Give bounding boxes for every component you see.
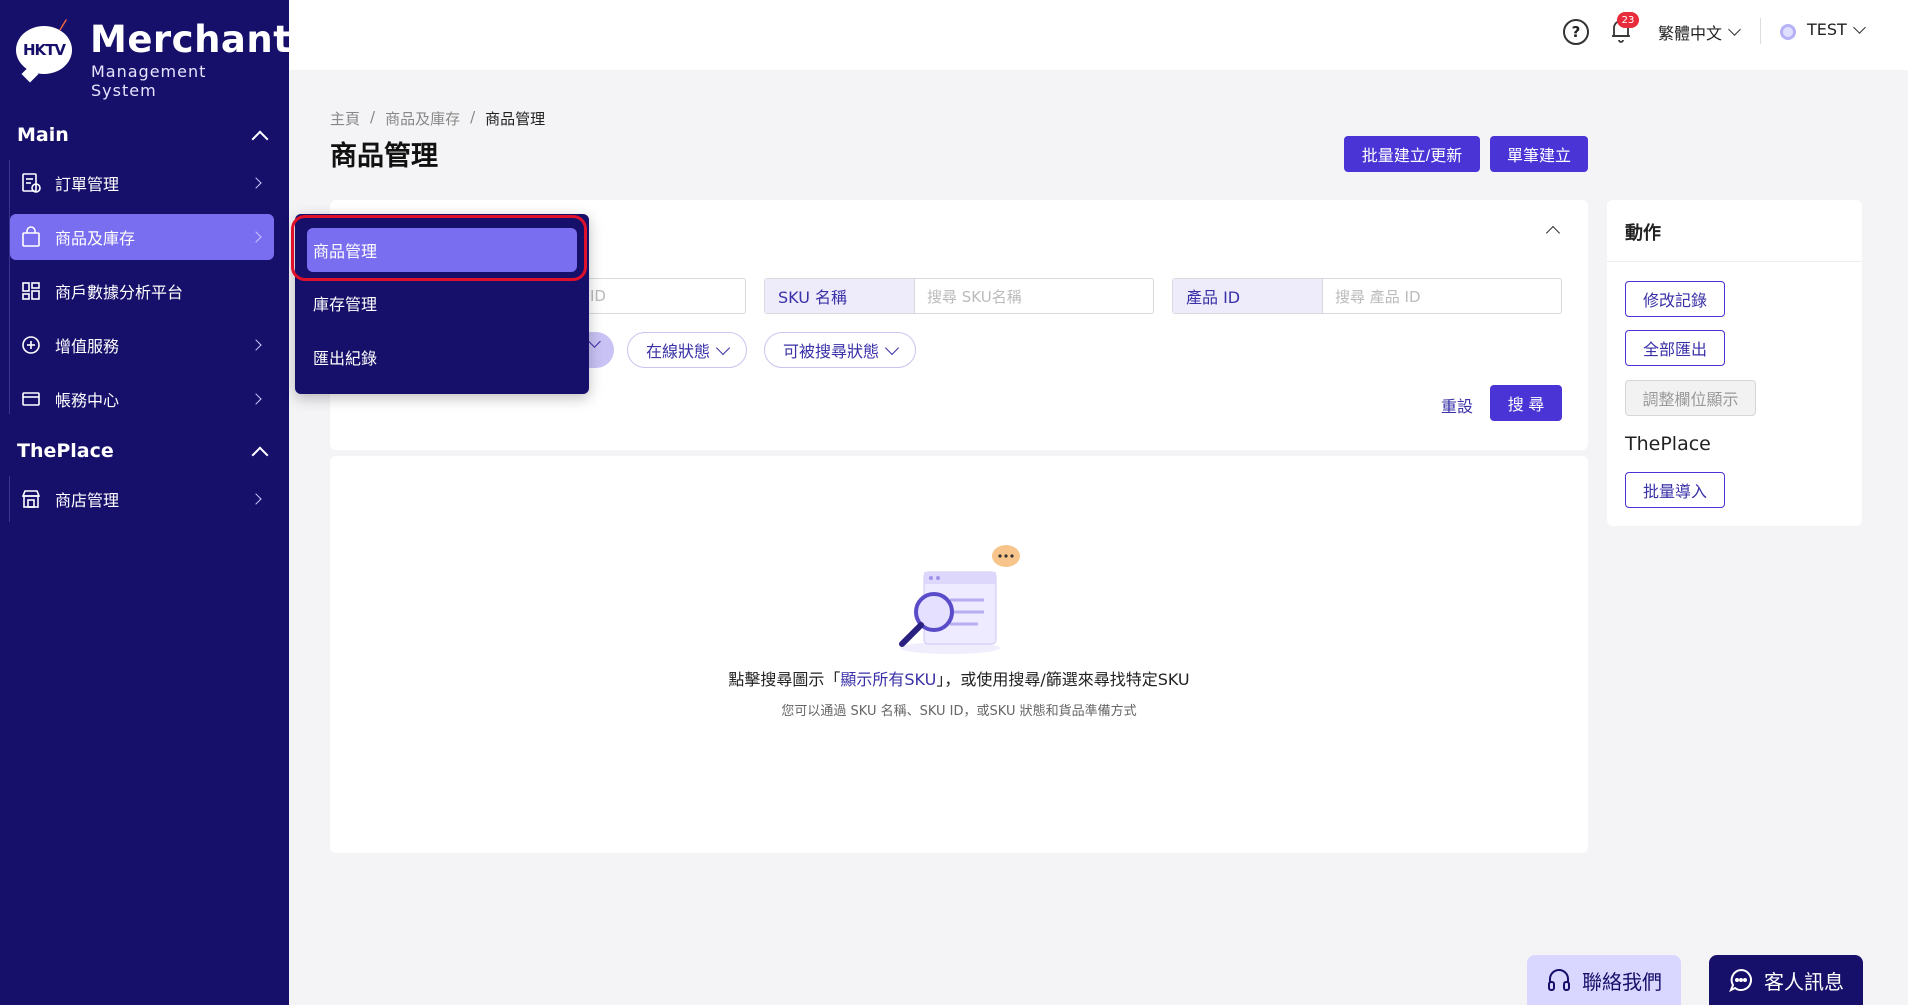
breadcrumb-home[interactable]: 主頁 [330, 108, 360, 129]
adjust-columns-button[interactable]: 調整欄位顯示 [1625, 380, 1756, 416]
customer-messages-button[interactable]: 客人訊息 [1709, 955, 1863, 1005]
highlight-annotation [291, 215, 587, 281]
plus-circle-icon [20, 334, 42, 356]
searchable-status-filter[interactable]: 可被搜尋狀態 [764, 332, 917, 368]
export-all-button[interactable]: 全部匯出 [1625, 330, 1725, 366]
sku-name-field[interactable]: SKU 名稱 搜尋 SKU名稱 [764, 278, 1154, 314]
reset-button[interactable]: 重設 [1441, 393, 1473, 417]
user-avatar-icon[interactable] [1780, 24, 1796, 40]
online-status-filter[interactable]: 在線狀態 [627, 332, 748, 368]
chevron-down-icon [1728, 23, 1741, 36]
search-empty-illustration-icon [899, 545, 1020, 654]
search-button[interactable]: 搜 尋 [1490, 385, 1562, 421]
product-id-field[interactable]: 產品 ID 搜尋 產品 ID [1172, 278, 1562, 314]
submenu-item-inventory-management[interactable]: 庫存管理 [307, 281, 577, 325]
sidebar-item-orders[interactable]: 訂單管理 [10, 160, 274, 206]
product-id-input[interactable]: 搜尋 產品 ID [1323, 279, 1561, 313]
sidebar-item-label: 商店管理 [55, 491, 120, 510]
chat-bubble-icon [1729, 968, 1752, 993]
bulk-create-update-button[interactable]: 批量建立/更新 [1344, 136, 1480, 172]
sku-name-label: SKU 名稱 [765, 279, 915, 313]
sidebar-item-label: 帳務中心 [55, 391, 120, 410]
sku-id-placeholder: ID [590, 287, 606, 305]
breadcrumb-separator: / [470, 108, 476, 126]
empty-suffix: 」，或使用搜尋/篩選來尋找特定SKU [936, 670, 1190, 689]
online-status-label: 在線狀態 [646, 342, 711, 361]
page-title: 商品管理 [330, 141, 438, 172]
order-list-icon [20, 172, 42, 194]
sidebar: HKTV ⁄ Merchant Management System Main 訂… [0, 0, 291, 1005]
brand-logo[interactable]: HKTV ⁄ Merchant Management System [16, 18, 291, 100]
actions-divider [1607, 261, 1862, 262]
help-icon[interactable]: ? [1563, 19, 1589, 45]
breadcrumb-separator: / [370, 108, 376, 126]
sidebar-item-label: 訂單管理 [55, 175, 120, 194]
credit-card-icon [20, 388, 42, 410]
chevron-right-icon [250, 393, 262, 405]
chevron-down-icon [715, 340, 731, 355]
sidebar-item-label: 增值服務 [55, 337, 120, 356]
section-theplace[interactable]: ThePlace [17, 436, 272, 466]
chevron-right-icon [250, 493, 262, 505]
contact-us-button[interactable]: 聯絡我們 [1527, 955, 1681, 1005]
chevron-right-icon [250, 177, 262, 189]
actions-title: 動作 [1625, 223, 1661, 244]
spark-icon: ⁄ [62, 18, 65, 34]
brand-title: Merchant [90, 18, 292, 61]
sidebar-item-label: 商品及庫存 [55, 229, 136, 248]
product-id-label: 產品 ID [1173, 279, 1323, 313]
chevron-right-icon [250, 231, 262, 243]
edit-log-button[interactable]: 修改記錄 [1625, 281, 1725, 317]
user-name: TEST [1807, 20, 1847, 39]
section-theplace-label: ThePlace [17, 440, 114, 462]
language-value: 繁體中文 [1658, 24, 1723, 43]
chevron-down-icon [884, 340, 900, 355]
sidebar-item-store-management[interactable]: 商店管理 [10, 476, 274, 522]
theplace-section-label: ThePlace [1625, 433, 1711, 455]
section-main-label: Main [17, 124, 69, 146]
submenu-item-export-records[interactable]: 匯出紀錄 [307, 335, 577, 379]
headset-icon [1548, 969, 1570, 991]
breadcrumb: 主頁 / 商品及庫存 / 商品管理 [330, 108, 545, 129]
topbar-divider [1760, 18, 1761, 44]
chevron-right-icon [250, 339, 262, 351]
single-create-button[interactable]: 單筆建立 [1490, 136, 1588, 172]
chevron-up-icon [251, 446, 269, 464]
sidebar-item-label: 商戶數據分析平台 [55, 283, 184, 302]
sku-name-input[interactable]: 搜尋 SKU名稱 [915, 279, 1153, 313]
bulk-import-button[interactable]: 批量導入 [1625, 472, 1725, 508]
notification-badge: 23 [1617, 12, 1639, 28]
breadcrumb-current: 商品管理 [485, 110, 546, 128]
show-all-sku-link[interactable]: 顯示所有SKU [840, 670, 936, 689]
empty-state-hint: 您可以通過 SKU 名稱、SKU ID，或SKU 狀態和貨品準備方式 [781, 704, 1137, 719]
sidebar-item-value-added[interactable]: 增值服務 [10, 322, 274, 368]
storefront-icon [20, 488, 42, 510]
empty-prefix: 點擊搜尋圖示「 [728, 670, 841, 689]
shopping-bag-icon [20, 226, 42, 248]
chevron-down-icon [1852, 20, 1866, 34]
empty-state-message: 點擊搜尋圖示「顯示所有SKU」，或使用搜尋/篩選來尋找特定SKU [330, 666, 1588, 690]
chevron-up-icon [251, 130, 269, 148]
dashboard-grid-icon [20, 280, 42, 302]
breadcrumb-parent[interactable]: 商品及庫存 [385, 108, 460, 129]
searchable-status-label: 可被搜尋狀態 [783, 342, 880, 361]
language-select[interactable]: 繁體中文 [1658, 20, 1741, 44]
section-main[interactable]: Main [17, 120, 272, 150]
chevron-down-icon [588, 335, 601, 348]
sidebar-item-billing[interactable]: 帳務中心 [10, 376, 274, 422]
contact-us-label: 聯絡我們 [1582, 969, 1662, 994]
sidebar-item-analytics[interactable]: 商戶數據分析平台 [10, 268, 274, 314]
customer-messages-label: 客人訊息 [1764, 969, 1844, 994]
user-menu[interactable]: TEST [1807, 20, 1866, 39]
brand-subtitle: Management System [91, 62, 207, 100]
sidebar-item-products-inventory[interactable]: 商品及庫存 [10, 214, 274, 260]
